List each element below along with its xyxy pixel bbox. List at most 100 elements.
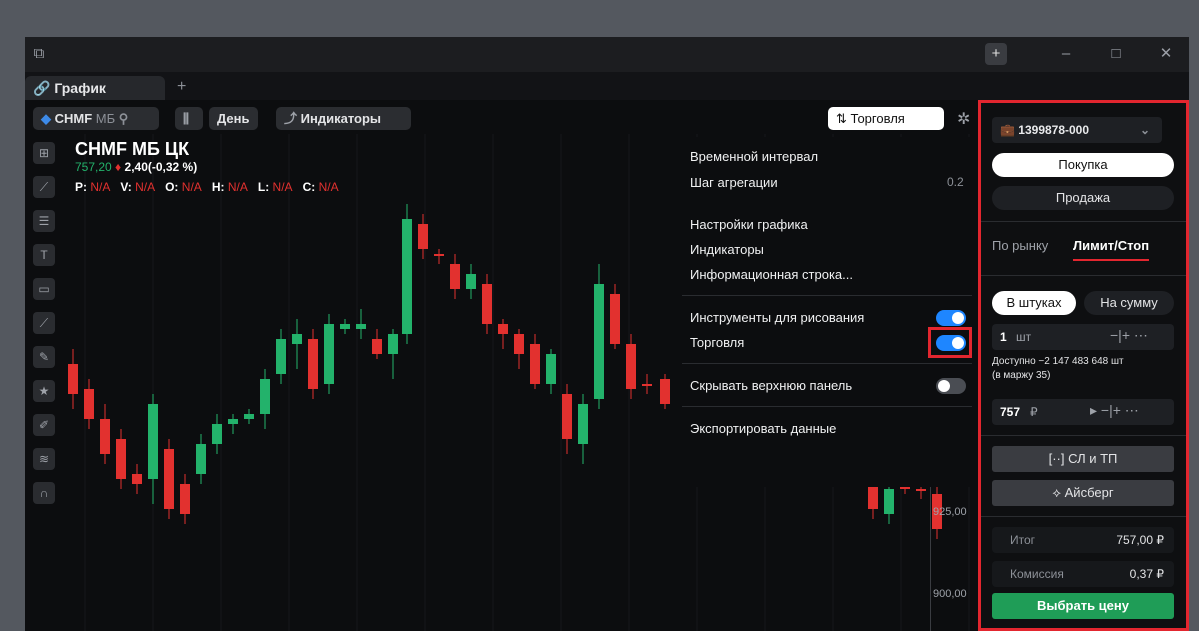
y-axis-label: 900,00 xyxy=(933,588,967,600)
menu-item-drawing-tools[interactable]: Инструменты для рисования xyxy=(690,310,864,325)
fib-tool-icon[interactable]: ☰ xyxy=(33,210,55,232)
price-field[interactable]: 757 ₽ ▸ −|+ ⋯ xyxy=(992,399,1174,425)
new-window-button[interactable]: + xyxy=(985,43,1007,65)
menu-item-info-line[interactable]: Информационная строка... xyxy=(690,267,853,282)
candle-body xyxy=(212,424,222,444)
chart-settings-menu: Временной интервал Шаг агрегации 0.2 Нас… xyxy=(677,137,977,487)
commission-label: Комиссия xyxy=(1010,567,1064,581)
candle-body xyxy=(372,339,382,354)
panel-divider xyxy=(981,221,1186,222)
in-pieces-button[interactable]: В штуках xyxy=(992,291,1076,315)
briefcase-icon: 💼 xyxy=(1000,123,1015,137)
candle-body xyxy=(434,254,444,256)
candle-body xyxy=(164,449,174,509)
candle-type-button[interactable]: ⫼ xyxy=(175,107,203,130)
menu-divider xyxy=(682,363,972,364)
indicators-icon: ⤴ xyxy=(284,111,298,126)
trade-button[interactable]: ⇅ Торговля xyxy=(828,107,944,130)
menu-item-trading[interactable]: Торговля xyxy=(690,335,744,350)
search-icon: ⚲ xyxy=(118,111,129,126)
panel-divider xyxy=(981,516,1186,517)
title-bar: ⧉ + – □ ✕ xyxy=(25,37,1189,72)
candle-body xyxy=(498,324,508,334)
quantity-field[interactable]: 1 шт −|+ ⋯ xyxy=(992,324,1174,350)
iceberg-label: Айсберг xyxy=(1064,485,1114,500)
quantity-unit: шт xyxy=(1016,330,1032,344)
buy-button[interactable]: Покупка xyxy=(992,153,1174,177)
total-row: Итог 757,00 ₽ xyxy=(992,527,1174,553)
minimize-button[interactable]: – xyxy=(1055,43,1077,65)
ohlc-label: V: xyxy=(120,180,132,194)
drawing-tools-toggle[interactable] xyxy=(936,310,966,326)
candle-body xyxy=(84,389,94,419)
sltp-button[interactable]: [··] СЛ и ТП xyxy=(992,446,1174,472)
sell-button[interactable]: Продажа xyxy=(992,186,1174,210)
menu-item-indicators[interactable]: Индикаторы xyxy=(690,242,764,257)
candle-body xyxy=(562,394,572,439)
brush-tool-icon[interactable]: ✎ xyxy=(33,346,55,368)
ohlc-value: N/A xyxy=(227,180,248,194)
indicators-button[interactable]: ⤴ Индикаторы xyxy=(276,107,411,130)
ohlc-value: N/A xyxy=(90,180,111,194)
hide-top-panel-toggle[interactable] xyxy=(936,378,966,394)
ticker-selector[interactable]: ◆ CHMF МБ ⚲ xyxy=(33,107,159,130)
bracket-icon: [··] xyxy=(1048,451,1065,466)
candle-body xyxy=(196,444,206,474)
exchange-logo-icon: ◆ xyxy=(41,111,51,126)
favorite-star-icon[interactable]: ★ xyxy=(33,380,55,402)
y-axis-line xyxy=(930,479,931,631)
trading-toggle[interactable] xyxy=(936,335,966,351)
available-info: Доступно −2 147 483 648 шт (в маржу 35) xyxy=(992,355,1124,383)
ticker-label: CHMF xyxy=(54,111,93,126)
tab-limit-stop[interactable]: Лимит/Стоп xyxy=(1073,238,1150,261)
tab-market[interactable]: По рынку xyxy=(992,238,1048,253)
ohlc-row: P: N/A V: N/A O: N/A H: N/A L: N/A C: N/… xyxy=(75,180,339,194)
candle-body xyxy=(228,419,238,424)
ohlc-value: N/A xyxy=(181,180,202,194)
draw-mode-icon[interactable]: ✐ xyxy=(33,414,55,436)
account-selector[interactable]: 💼 1399878-000 ⌄ xyxy=(992,117,1162,143)
candle-body xyxy=(244,414,254,419)
panel-divider xyxy=(981,275,1186,276)
quantity-stepper[interactable]: −|+ ⋯ xyxy=(1110,327,1148,344)
add-tab-button[interactable]: + xyxy=(177,78,186,96)
settings-gear-icon[interactable]: ✲ xyxy=(957,109,970,129)
drawing-toolbar: ⊞ ⟋ ☰ T ▭ ⟋ ✎ ★ ✐ ≋ ∩ xyxy=(33,142,59,516)
menu-item-export[interactable]: Экспортировать данные xyxy=(690,421,836,436)
period-button[interactable]: День xyxy=(209,107,258,130)
candle-body xyxy=(356,324,366,329)
ohlc-label: H: xyxy=(211,180,225,194)
price-stepper[interactable]: ▸ −|+ ⋯ xyxy=(1090,402,1139,419)
panel-divider xyxy=(981,435,1186,436)
crosshair-icon[interactable]: ⊞ xyxy=(33,142,55,164)
layers-icon[interactable]: ≋ xyxy=(33,448,55,470)
menu-divider xyxy=(682,406,972,407)
rectangle-tool-icon[interactable]: ▭ xyxy=(33,278,55,300)
ohlc-value: N/A xyxy=(135,180,156,194)
maximize-button[interactable]: □ xyxy=(1105,43,1127,65)
commission-row: Комиссия 0,37 ₽ xyxy=(992,561,1174,587)
close-button[interactable]: ✕ xyxy=(1155,43,1177,65)
total-label: Итог xyxy=(1010,533,1036,547)
aggregation-value: 0.2 xyxy=(947,175,964,189)
candle-body xyxy=(402,219,412,334)
line-tool-icon[interactable]: ⟋ xyxy=(33,176,55,198)
menu-item-aggregation[interactable]: Шаг агрегации xyxy=(690,175,778,190)
menu-item-interval[interactable]: Временной интервал xyxy=(690,149,818,164)
indicators-label: Индикаторы xyxy=(300,111,381,126)
candle-body xyxy=(450,264,460,289)
tab-chart[interactable]: 🔗 График xyxy=(25,76,165,100)
menu-item-hide-top-panel[interactable]: Скрывать верхнюю панель xyxy=(690,378,852,393)
choose-price-button[interactable]: Выбрать цену xyxy=(992,593,1174,619)
candle-body xyxy=(884,489,894,514)
menu-item-chart-settings[interactable]: Настройки графика xyxy=(690,217,808,232)
iceberg-button[interactable]: ⟡ Айсберг xyxy=(992,480,1174,506)
candle-body xyxy=(388,334,398,354)
text-tool-icon[interactable]: T xyxy=(33,244,55,266)
trend-tool-icon[interactable]: ⟋ xyxy=(33,312,55,334)
ohlc-label: O: xyxy=(165,180,179,194)
exchange-label: МБ xyxy=(95,111,116,126)
trade-label: Торговля xyxy=(850,111,905,126)
magnet-icon[interactable]: ∩ xyxy=(33,482,55,504)
in-sum-button[interactable]: На сумму xyxy=(1084,291,1174,315)
